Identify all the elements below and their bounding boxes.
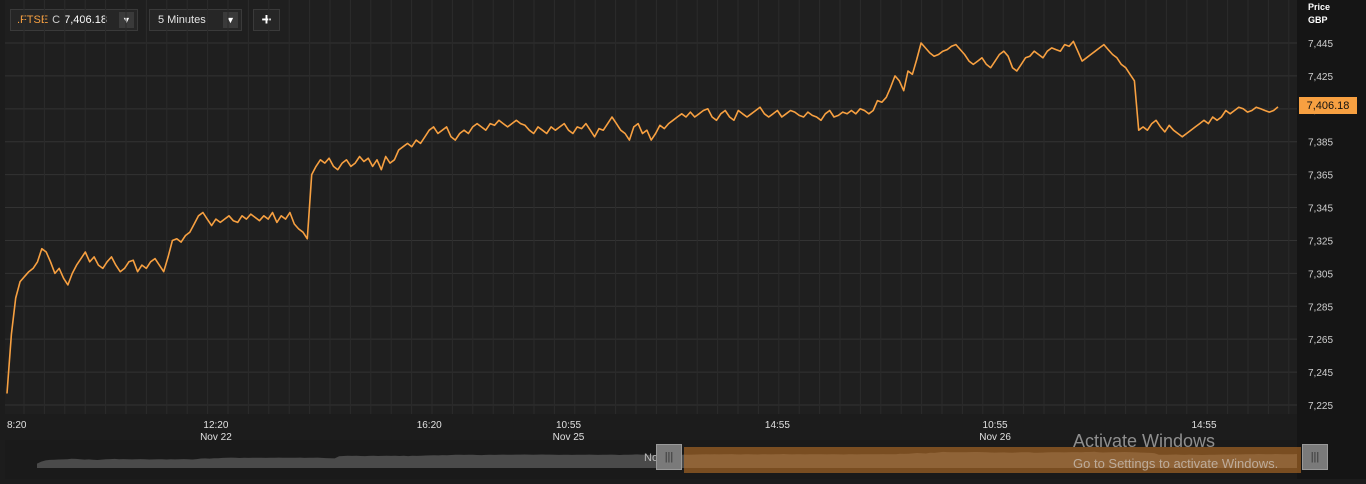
navigator-right-handle[interactable]: |||: [1302, 444, 1328, 470]
watermark-subtitle: Go to Settings to activate Windows.: [1073, 456, 1279, 471]
y-tick-label: 7,245: [1308, 368, 1333, 379]
price-series-line: [6, 40, 1279, 394]
y-tick-label: 7,445: [1308, 39, 1333, 50]
y-tick-label: 7,265: [1308, 335, 1333, 346]
x-tick-label: 12:20: [203, 420, 228, 431]
y-tick-label: 7,365: [1308, 171, 1333, 182]
last-value-badge: 7,406.18: [1299, 97, 1357, 114]
x-tick-label: 10:55: [983, 420, 1008, 431]
y-tick-label: 7,285: [1308, 302, 1333, 313]
price-chart: 7,225 7,245 7,265 7,285 7,305 7,325 7,345 7,365…: [5, 0, 1333, 443]
x-tick-label: 14:55: [765, 420, 790, 431]
y-tick-label: 7,225: [1308, 401, 1333, 412]
navigator-left-handle[interactable]: |||: [656, 444, 682, 470]
y-tick-label: 7,345: [1308, 204, 1333, 215]
x-tick-label: 16:20: [417, 420, 442, 431]
axis-header-price: Price: [1308, 2, 1331, 12]
x-tick-label: 10:55: [556, 420, 581, 431]
watermark-title: Activate Windows: [1073, 431, 1216, 451]
axis-header-currency: GBP: [1308, 15, 1328, 25]
y-tick-label: 7,305: [1308, 269, 1333, 280]
y-tick-label: 7,425: [1308, 72, 1333, 83]
y-tick-label: 7,385: [1308, 138, 1333, 149]
x-tick-label: 8:20: [7, 420, 27, 431]
x-tick-label: 14:55: [1191, 420, 1216, 431]
y-tick-label: 7,325: [1308, 236, 1333, 247]
